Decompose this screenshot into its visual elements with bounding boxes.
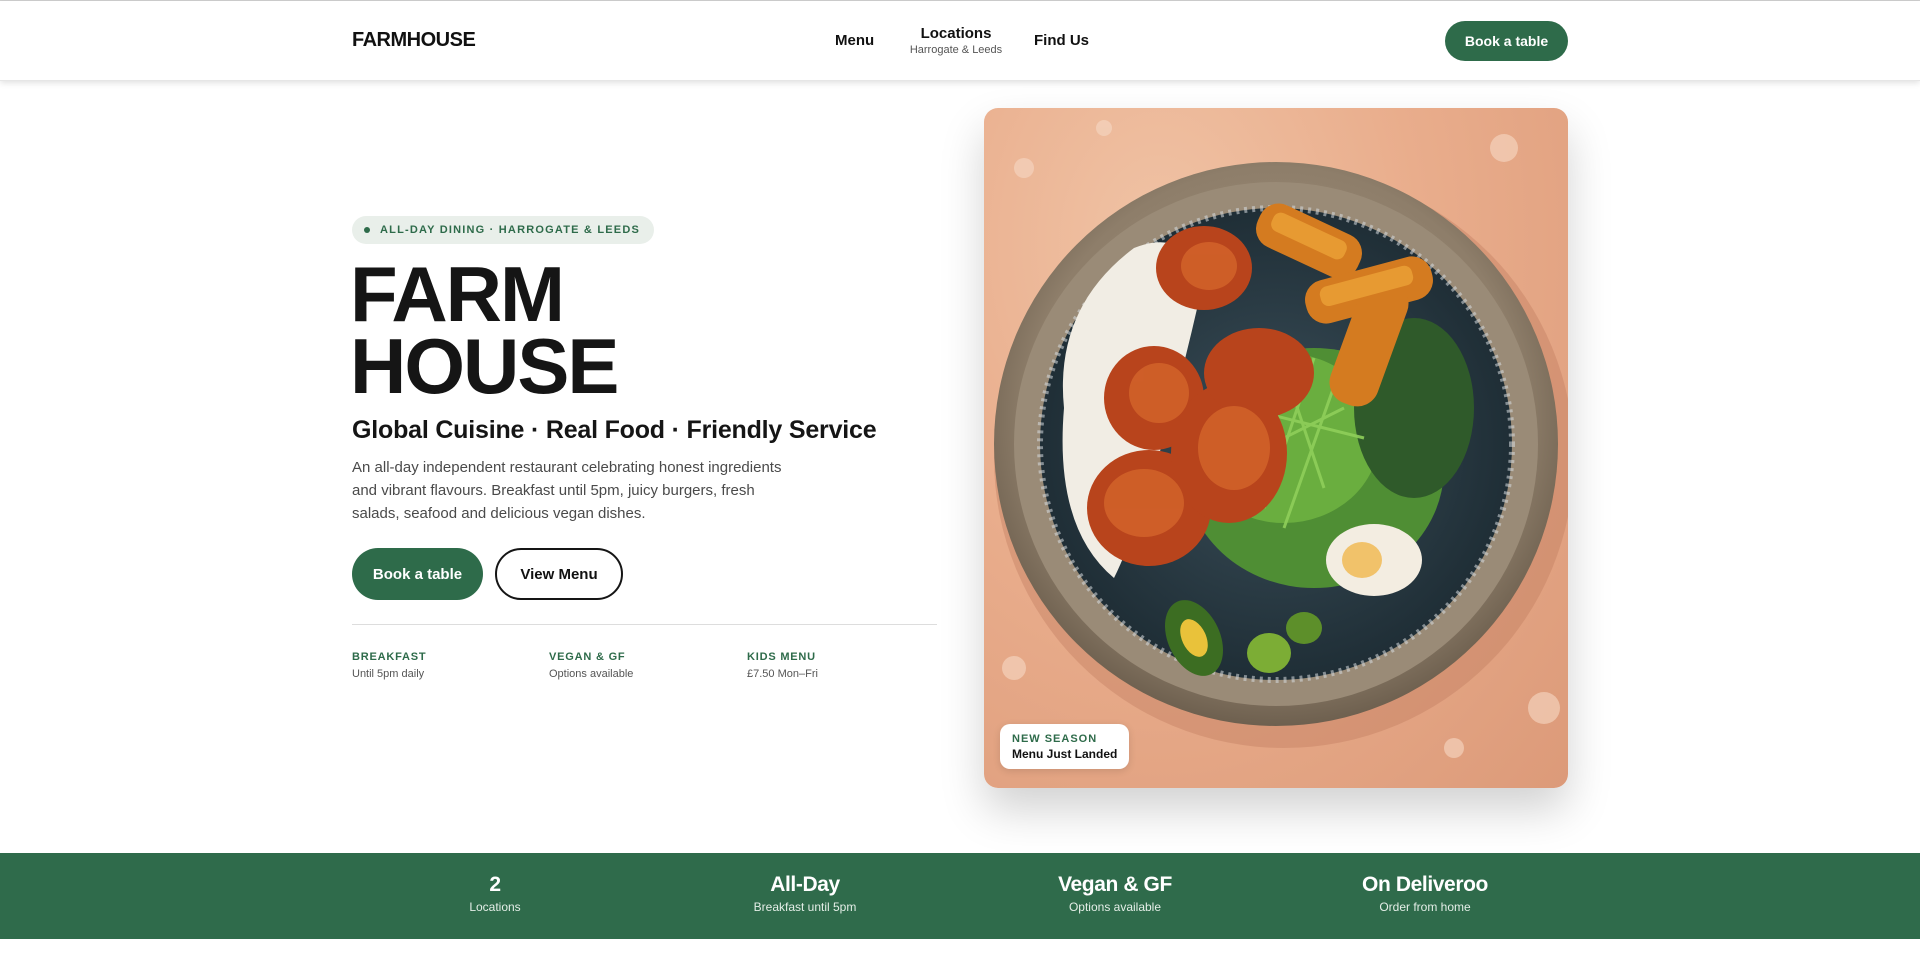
nav-item-find-us[interactable]: Find Us [1034,32,1089,49]
nav-locations-label: Locations [920,25,992,42]
hero-description: An all-day independent restaurant celebr… [352,459,782,522]
stats-band: 2 Locations All-Day Breakfast until 5pm … [0,853,1920,939]
eyebrow-badge: ALL-DAY DINING · HARROGATE & LEEDS [352,216,654,244]
stat-value: All-Day [770,873,840,896]
badge-title: Menu Just Landed [1012,747,1118,761]
hero-food-photo: NEW SEASON Menu Just Landed [984,108,1568,788]
eyebrow-text: ALL-DAY DINING · HARROGATE & LEEDS [380,224,640,236]
header-book-table-button[interactable]: Book a table [1445,21,1568,61]
stat-label: Breakfast until 5pm [753,900,857,914]
feature-title: VEGAN & GF [549,651,626,663]
stat-label: Options available [1068,900,1162,914]
stat-value: Vegan & GF [1058,873,1172,896]
hero-divider [352,624,937,625]
badge-label: NEW SEASON [1012,733,1098,745]
hero-title-line-2: HOUSE [350,322,619,410]
dot-icon [364,227,370,233]
hero-title: FARM HOUSE [350,250,619,410]
feature-vegan-gf: VEGAN & GF Options available [549,651,633,680]
new-season-badge[interactable]: NEW SEASON Menu Just Landed [1000,724,1130,769]
stat-label: Locations [469,900,521,914]
stat-all-day: All-Day Breakfast until 5pm [685,873,925,914]
stat-vegan-gf: Vegan & GF Options available [995,873,1235,914]
nav-locations-sublabel: Harrogate & Leeds [909,44,1003,56]
food-bowl-illustration [994,120,1568,758]
stat-deliveroo: On Deliveroo Order from home [1305,873,1545,914]
hero-tagline: Global Cuisine · Real Food · Friendly Se… [352,416,877,444]
feature-title: KIDS MENU [747,651,816,663]
feature-title: BREAKFAST [352,651,427,663]
feature-breakfast: BREAKFAST Until 5pm daily [352,651,426,680]
feature-kids-menu: KIDS MENU £7.50 Mon–Fri [747,651,818,680]
feature-subtitle: £7.50 Mon–Fri [747,668,818,680]
logo[interactable]: FARMHOUSE [352,29,476,52]
hero-book-table-button[interactable]: Book a table [352,548,483,600]
feature-subtitle: Until 5pm daily [352,668,425,680]
stat-locations: 2 Locations [375,873,615,914]
nav-item-locations[interactable]: Locations Harrogate & Leeds [906,25,1006,56]
stat-value: On Deliveroo [1362,873,1488,896]
feature-subtitle: Options available [549,668,634,680]
nav-item-menu[interactable]: Menu [835,32,874,49]
hero-title-line-1: FARM [350,250,565,338]
site-header: FARMHOUSE Menu Locations Harrogate & Lee… [0,1,1920,81]
view-menu-button[interactable]: View Menu [495,548,623,600]
stat-value: 2 [489,873,501,896]
stat-label: Order from home [1379,900,1471,914]
